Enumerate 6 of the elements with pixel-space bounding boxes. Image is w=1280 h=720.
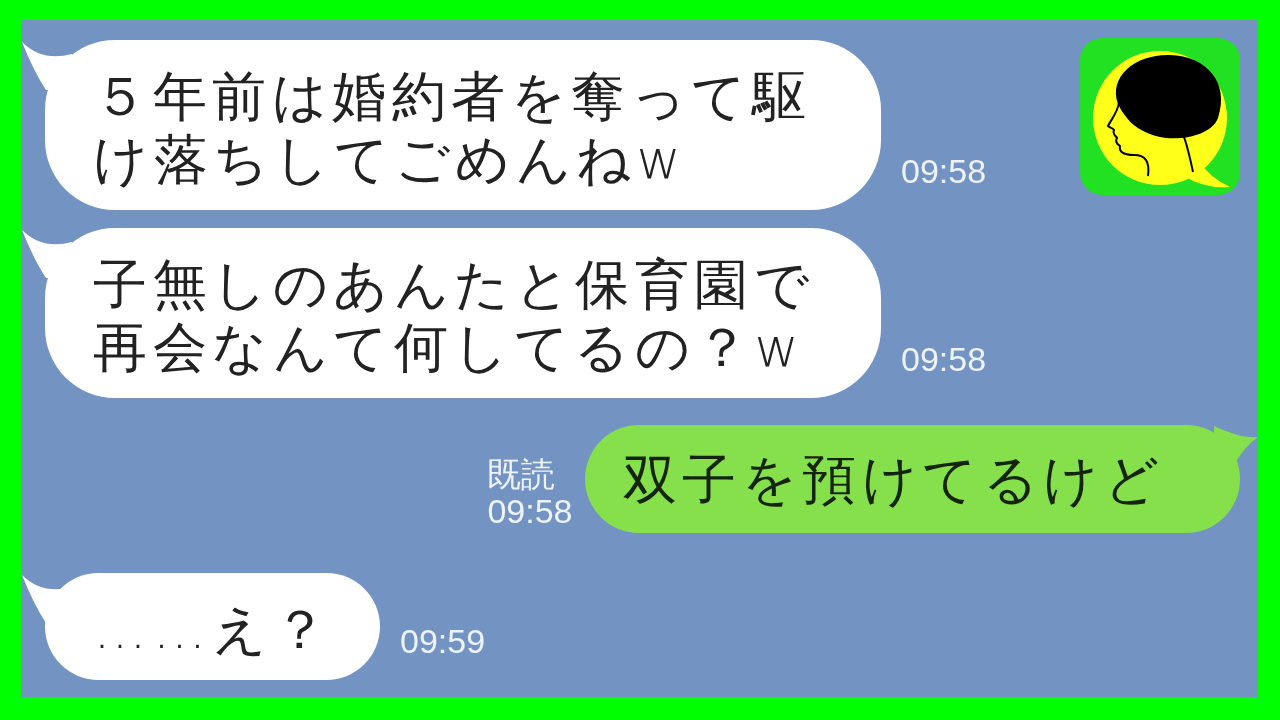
timestamp: 09:58	[487, 493, 573, 530]
timestamp: 09:58	[901, 154, 987, 188]
avatar-icon	[1080, 38, 1240, 195]
read-receipt: 既読	[487, 456, 556, 493]
timestamp: 09:58	[901, 342, 987, 376]
timestamp: 09:59	[400, 624, 486, 658]
